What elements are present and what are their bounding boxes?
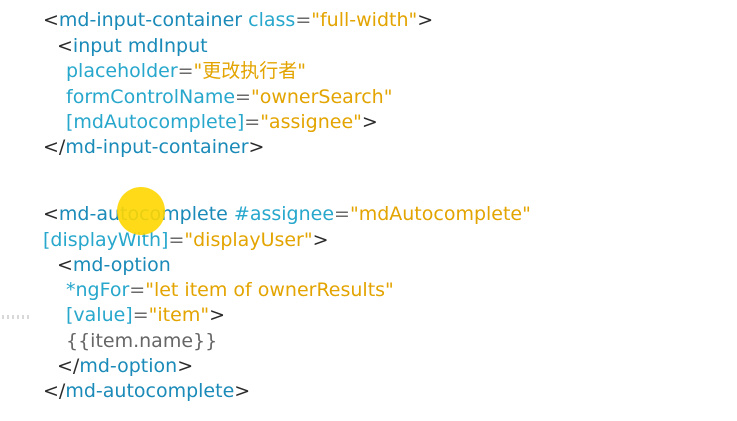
code-token: "assignee" (260, 111, 362, 133)
code-token: = (244, 111, 261, 133)
code-token: > (177, 355, 194, 377)
code-token: </ (57, 355, 80, 377)
code-line: </md-option> (57, 354, 193, 378)
code-token: "更改执行者" (193, 60, 307, 82)
code-token: > (234, 380, 251, 402)
code-token: < (57, 254, 73, 276)
code-token: </ (43, 380, 66, 402)
code-line: <input mdInput (57, 34, 208, 58)
code-token: "displayUser" (184, 229, 313, 251)
code-token: > (417, 9, 434, 31)
code-token: formControlName (66, 86, 236, 108)
code-token: = (235, 86, 251, 108)
code-token: placeholder (66, 60, 178, 82)
code-line: <md-option (57, 253, 171, 277)
code-token: md-autocomplete (65, 380, 235, 402)
code-line: <md-autocomplete #assignee="mdAutocomple… (43, 202, 531, 226)
divider (2, 315, 32, 319)
code-token: "full-width" (311, 9, 418, 31)
code-token: = (129, 279, 146, 301)
code-token: md-option (72, 254, 171, 276)
code-token: </ (43, 136, 66, 158)
code-token: [value] (66, 304, 133, 326)
code-token: md-input-container (65, 136, 249, 158)
code-token: < (43, 203, 59, 225)
code-line: *ngFor="let item of ownerResults" (66, 278, 394, 302)
code-token: > (312, 229, 329, 251)
code-token: input (72, 35, 122, 57)
cursor-highlight (117, 187, 165, 235)
code-token: {{item.name}} (66, 330, 218, 352)
code-token: < (43, 9, 59, 31)
code-token: < (57, 35, 73, 57)
code-token: > (361, 111, 378, 133)
code-token: md-option (79, 355, 178, 377)
code-line: [displayWith]="displayUser"> (43, 228, 329, 252)
code-token: mdInput (127, 35, 208, 57)
code-token: md-input-container (58, 9, 243, 31)
code-token: > (248, 136, 265, 158)
code-line: </md-autocomplete> (43, 379, 250, 403)
code-line: <md-input-container class="full-width"> (43, 8, 433, 32)
code-line: [mdAutocomplete]="assignee"> (66, 110, 378, 134)
code-token: = (168, 229, 185, 251)
code-token: = (295, 9, 312, 31)
code-token: #assignee (233, 203, 335, 225)
code-token: *ngFor (66, 279, 130, 301)
code-token: [mdAutocomplete] (66, 111, 245, 133)
code-token: = (334, 203, 350, 225)
code-token: = (177, 60, 194, 82)
code-line: {{item.name}} (66, 329, 217, 353)
code-token: "item" (148, 304, 210, 326)
code-snippet: <md-input-container class="full-width"> … (0, 0, 737, 421)
code-token: class (248, 9, 296, 31)
code-line: formControlName="ownerSearch" (66, 85, 392, 109)
code-token: "ownerSearch" (250, 86, 393, 108)
code-line: [value]="item"> (66, 303, 225, 327)
code-token: "mdAutocomplete" (349, 203, 531, 225)
code-token: = (132, 304, 149, 326)
code-token: "let item of ownerResults" (145, 279, 394, 301)
code-token: > (209, 304, 225, 326)
code-line: </md-input-container> (43, 135, 264, 159)
code-line: placeholder="更改执行者" (66, 59, 306, 83)
